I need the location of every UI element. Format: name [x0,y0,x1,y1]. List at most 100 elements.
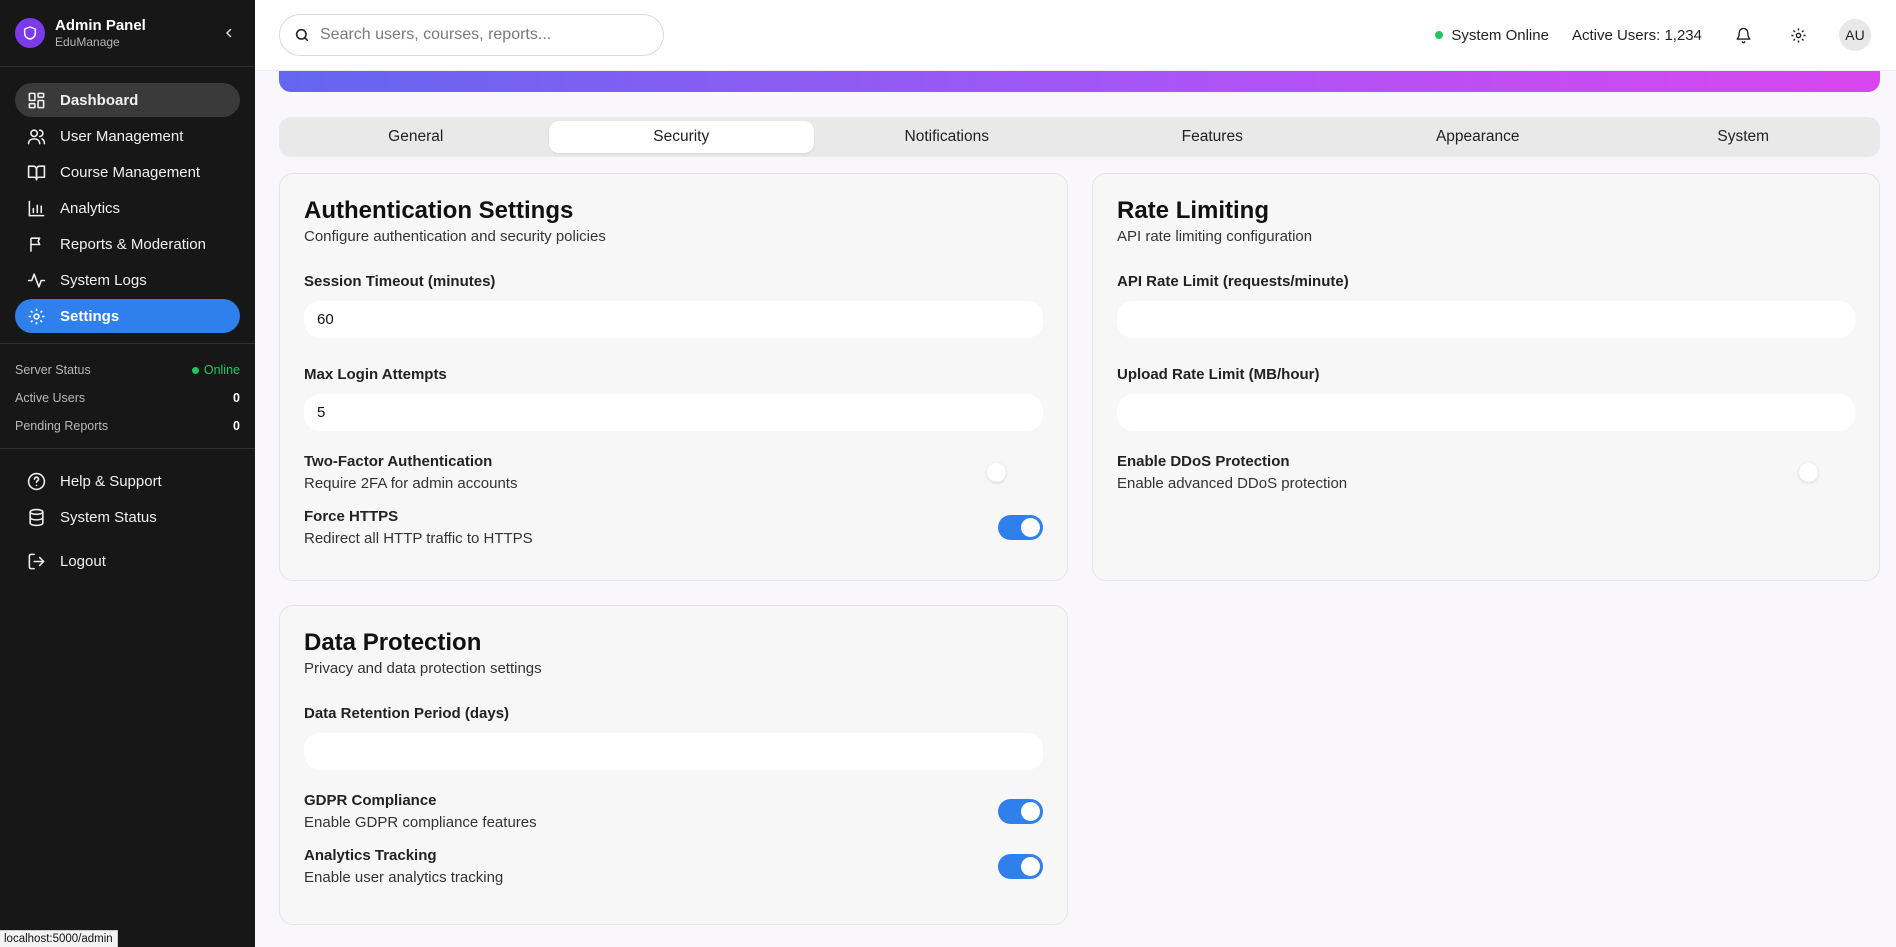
dashboard-icon [28,92,45,108]
ddos-description: Enable advanced DDoS protection [1117,475,1348,492]
sidebar-item-label: Course Management [60,163,201,181]
sidebar-item-label: Analytics [60,199,121,217]
two-factor-title: Two-Factor Authentication [304,453,493,470]
system-status-indicator: System Online [1435,27,1549,44]
bell-icon [1735,27,1751,43]
gdpr-description: Enable GDPR compliance features [304,814,537,831]
logout-icon [28,553,45,569]
sidebar-item-label: Logout [60,552,106,570]
sidebar-item-label: Settings [60,307,120,325]
analytics-tracking-description: Enable user analytics tracking [304,869,504,886]
card-description: Privacy and data protection settings [304,660,542,677]
force-https-toggle[interactable] [998,515,1043,540]
settings-button[interactable] [1784,21,1812,49]
analytics-tracking-row: Analytics Tracking Enable user analytics… [304,847,1043,886]
settings-tabs: General Security Notifications Features … [279,117,1880,157]
sidebar-item-help[interactable]: Help & Support [15,463,240,499]
sidebar-item-course-management[interactable]: Course Management [15,155,240,189]
toggle-knob [987,463,1006,482]
sidebar-item-user-management[interactable]: User Management [15,119,240,153]
search-input[interactable] [320,26,649,44]
ddos-title: Enable DDoS Protection [1117,453,1290,470]
server-status-block: Server Status Online Active Users 0 Pend… [0,344,255,449]
rate-limiting-card: Rate Limiting API rate limiting configur… [1092,173,1880,581]
data-retention-input[interactable] [304,733,1043,770]
user-avatar[interactable]: AU [1839,19,1871,51]
shield-icon [15,18,45,48]
two-factor-row: Two-Factor Authentication Require 2FA fo… [304,453,1043,492]
card-description: Configure authentication and security po… [304,228,606,245]
chevron-left-icon [225,28,232,38]
sidebar-item-label: Reports & Moderation [60,235,206,253]
authentication-settings-card: Authentication Settings Configure authen… [279,173,1068,581]
status-bar-url: localhost:5000/admin [0,930,118,947]
pending-reports-label: Pending Reports [15,419,109,433]
sidebar-item-system-status[interactable]: System Status [15,499,240,535]
max-login-attempts-label: Max Login Attempts [304,366,447,383]
sidebar-bottom-nav: Help & Support System Status Logout [0,449,255,593]
sidebar-item-analytics[interactable]: Analytics [15,191,240,225]
toggle-knob [1021,857,1040,876]
toggle-knob [1021,518,1040,537]
active-users-row: Active Users 0 [15,384,240,412]
max-login-attempts-input[interactable] [304,394,1043,431]
collapse-sidebar-button[interactable] [218,22,240,44]
tab-features[interactable]: Features [1080,121,1346,153]
notifications-button[interactable] [1729,21,1757,49]
header-gradient-banner [279,71,1880,92]
sidebar-item-settings[interactable]: Settings [15,299,240,333]
two-factor-description: Require 2FA for admin accounts [304,475,518,492]
gear-icon [1790,27,1806,43]
upload-rate-limit-label: Upload Rate Limit (MB/hour) [1117,366,1320,383]
activity-icon [27,272,46,288]
sidebar-item-reports[interactable]: Reports & Moderation [15,227,240,261]
tab-appearance[interactable]: Appearance [1345,121,1611,153]
toggle-knob [1799,463,1818,482]
brand-title: Admin Panel [55,16,146,34]
force-https-row: Force HTTPS Redirect all HTTP traffic to… [304,508,1043,547]
api-rate-limit-input[interactable] [1117,301,1855,338]
two-factor-toggle[interactable] [984,460,1029,485]
upload-rate-limit-input[interactable] [1117,394,1855,431]
active-users-value: 0 [233,391,240,405]
force-https-description: Redirect all HTTP traffic to HTTPS [304,530,533,547]
sidebar-item-label: System Status [60,508,157,526]
gdpr-toggle[interactable] [998,799,1043,824]
brand-header: Admin Panel EduManage [0,0,255,67]
card-title: Data Protection [304,629,482,656]
sidebar-item-label: Help & Support [60,472,162,490]
sidebar-item-label: User Management [60,127,184,145]
sidebar-item-dashboard[interactable]: Dashboard [15,83,240,117]
flag-icon [30,236,41,252]
pending-reports-row: Pending Reports 0 [15,412,240,440]
brand-subtitle: EduManage [55,34,120,49]
tab-general[interactable]: General [283,121,549,153]
force-https-title: Force HTTPS [304,508,399,525]
search-box[interactable] [279,14,664,56]
card-title: Rate Limiting [1117,197,1270,224]
tab-system[interactable]: System [1611,121,1877,153]
active-users-count: Active Users: 1,234 [1571,26,1702,44]
analytics-tracking-title: Analytics Tracking [304,847,437,864]
gdpr-title: GDPR Compliance [304,792,437,809]
data-retention-label: Data Retention Period (days) [304,705,510,722]
book-icon [27,164,46,180]
bar-chart-icon [28,200,45,216]
ddos-row: Enable DDoS Protection Enable advanced D… [1117,453,1855,492]
top-bar: System Online Active Users: 1,234 AU [255,0,1896,71]
sidebar-item-label: System Logs [60,271,147,289]
sidebar-item-label: Dashboard [60,91,139,109]
session-timeout-input[interactable] [304,301,1043,338]
tab-security[interactable]: Security [548,121,814,153]
logout-button[interactable]: Logout [15,543,240,579]
active-users-label: Active Users [15,391,86,405]
users-icon [27,128,46,144]
server-status-value: Online [192,363,240,377]
ddos-toggle[interactable] [1796,460,1841,485]
server-status-label: Server Status [15,363,91,377]
help-circle-icon [27,472,46,490]
tab-notifications[interactable]: Notifications [814,121,1080,153]
analytics-tracking-toggle[interactable] [998,854,1043,879]
sidebar-item-system-logs[interactable]: System Logs [15,263,240,297]
search-icon [295,28,309,42]
